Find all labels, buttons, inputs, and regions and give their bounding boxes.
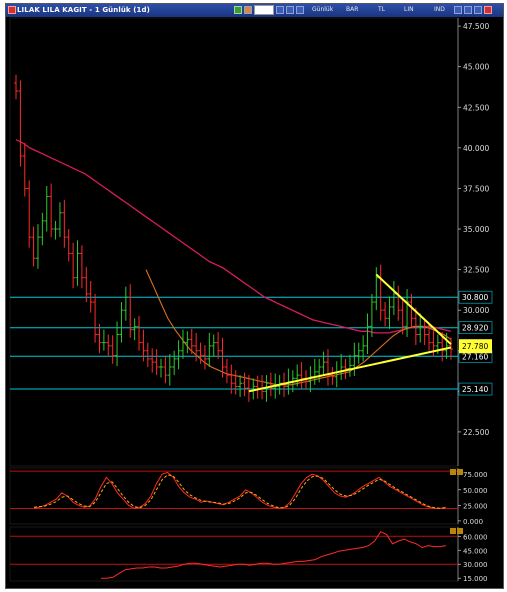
price-y-tick-label: 40.000 [463,144,489,153]
pane-close-button[interactable] [457,469,463,475]
volume-pane-y-tick-label: 30.000 [463,561,488,569]
chart-area[interactable]: 47.500 45.000 42.500 40.000 37.500 35.000 32.5… [6,4,503,588]
ma-long-line [15,139,452,334]
price-y-tick-label: 30.000 [463,306,489,315]
price-y-tick-label: 47.500 [463,22,489,31]
price-y-tick-label: 32.500 [463,266,489,275]
oscillator-pane-y-tick-label: 50.000 [463,487,488,495]
volume-pane-series-1 [101,531,447,579]
volume-pane-y-tick-label: 45.000 [463,547,488,555]
volume-pane-y-tick-label: 15.000 [463,575,488,583]
oscillator-pane-y-tick-label: 25.000 [463,502,488,510]
oscillator-pane-series-1 [33,471,447,509]
level-label: 27.160 [462,352,488,361]
ma-short-line [145,269,452,386]
price-y-tick-label: 37.500 [463,184,489,193]
oscillator-pane-series-2 [33,474,447,509]
level-label: 28.920 [462,324,488,333]
level-label: 30.800 [462,293,488,302]
trendline-1 [248,346,452,393]
pane-3-border [9,526,459,582]
pane3-close-button[interactable] [457,528,463,534]
level-label: 25.140 [462,385,488,394]
price-y-tick-label: 42.500 [463,103,489,112]
trendline-2 [375,273,452,345]
oscillator-pane-y-tick-label: 0.000 [463,518,483,526]
pane-2-border [9,467,459,525]
oscillator-pane-y-tick-label: 75.000 [463,471,488,479]
pane3-collapse-button[interactable] [450,528,456,534]
pane-collapse-button[interactable] [450,469,456,475]
price-y-tick-label: 22.500 [463,428,489,437]
current-price-label: 27.780 [462,342,488,351]
price-y-tick-label: 35.000 [463,225,489,234]
price-y-tick-label: 45.000 [463,63,489,72]
chart-window: LILAK LILA KAGIT - 1 Günlük (1d) Günlük … [5,3,504,589]
volume-pane-y-tick-label: 60.000 [463,533,488,541]
